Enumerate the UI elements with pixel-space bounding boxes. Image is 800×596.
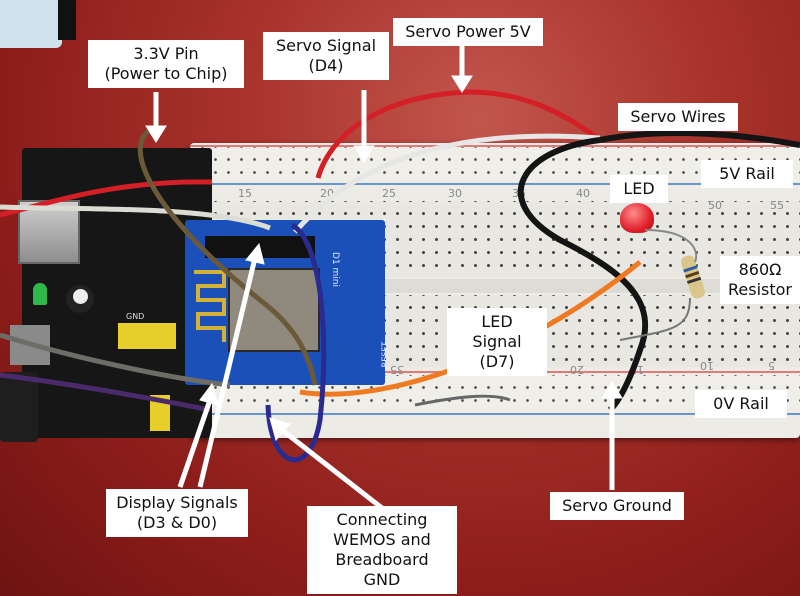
wire-white-long (0, 204, 271, 231)
arrow-display-2-head (245, 242, 265, 265)
wire-purple-display (0, 372, 211, 413)
arrow-display-2 (197, 257, 258, 488)
circuit-photo: 15 20 25 30 35 40 45 50 55 35 30 25 20 1… (0, 0, 800, 596)
label-led: LED (610, 175, 668, 203)
label-3v3-pin: 3.3V Pin (Power to Chip) (88, 40, 244, 88)
wire-black-servo-top (599, 130, 800, 148)
arrow-display-1-head (199, 382, 219, 406)
arrow-3v3-head (145, 125, 167, 143)
label-5v-rail: 5V Rail (701, 160, 793, 188)
label-display-signals: Display Signals (D3 & D0) (106, 489, 248, 537)
label-servo-wires: Servo Wires (618, 103, 738, 131)
annotation-arrows (145, 46, 623, 510)
label-led-signal: LED Signal (D7) (447, 308, 547, 376)
wire-brown-3v3 (137, 127, 318, 386)
label-gnd-connect: Connecting WEMOS and Breadboard GND (307, 506, 457, 594)
wire-gray-jumper (414, 394, 511, 407)
label-servo-ground: Servo Ground (550, 492, 684, 520)
label-servo-power: Servo Power 5V (393, 18, 543, 46)
arrow-servo-ground-head (601, 381, 623, 399)
arrow-servo-signal-head (353, 145, 375, 163)
wire-led-lead (644, 229, 698, 263)
label-servo-signal: Servo Signal (D4) (263, 32, 389, 80)
arrow-gnd (280, 428, 384, 510)
label-resistor: 860Ω Resistor (720, 256, 800, 304)
label-0v-rail: 0V Rail (695, 390, 787, 418)
wire-resistor-lead (619, 297, 691, 341)
